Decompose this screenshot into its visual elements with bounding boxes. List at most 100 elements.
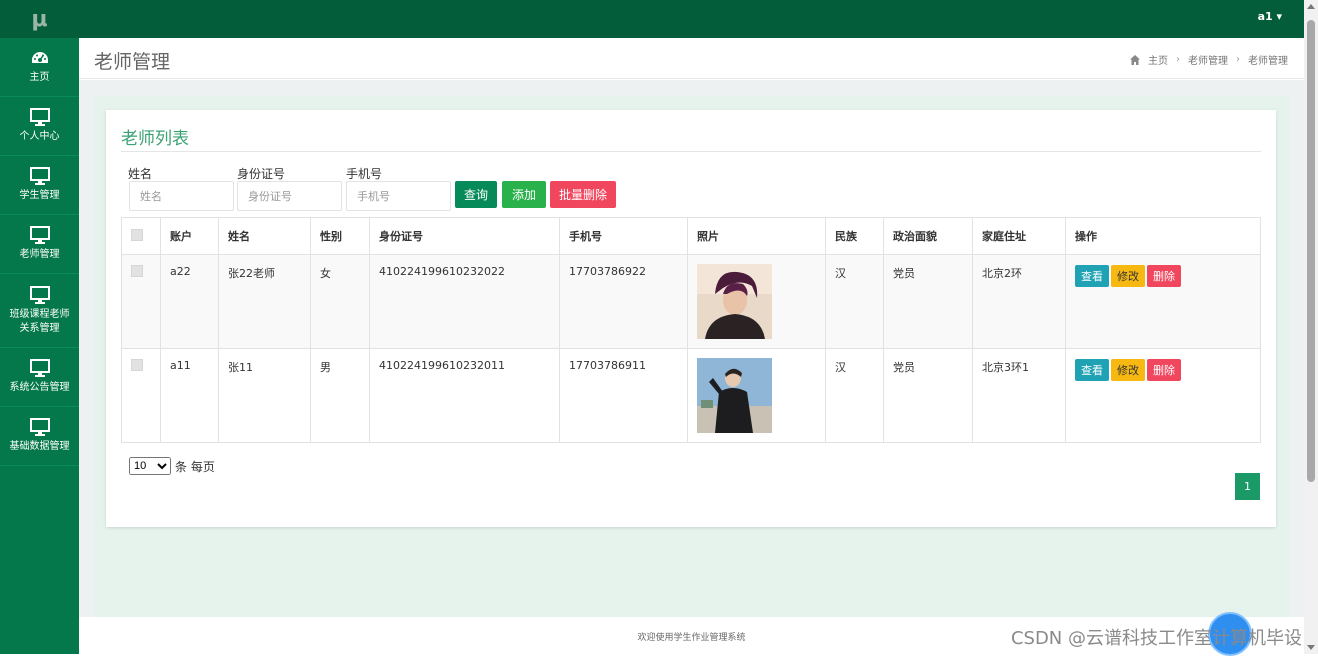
account-cell: a22	[160, 254, 219, 349]
dashboard-icon	[31, 52, 48, 63]
id-filter-label: 身份证号	[237, 167, 286, 181]
select-all-cell	[121, 217, 161, 255]
ethnic-cell: 汉	[825, 348, 884, 443]
political-cell: 党员	[883, 348, 973, 443]
id-cell: 410224199610232011	[369, 348, 560, 443]
monitor-icon	[29, 108, 50, 126]
ethnic-cell: 汉	[825, 254, 884, 349]
sidebar: μ 主页 个人中心 学生管理 老师管理 班级课程老师关系管理 系统公告管理 基础…	[0, 0, 79, 654]
page-title: 老师管理	[94, 51, 171, 73]
column-header: 账户	[160, 217, 219, 255]
name-cell: 张22老师	[218, 254, 311, 349]
name-cell: 张11	[218, 348, 311, 443]
scroll-down-icon[interactable]	[1307, 645, 1315, 650]
sidebar-item-label: 老师管理	[19, 249, 60, 260]
breadcrumb-current: 老师管理	[1248, 56, 1288, 67]
page-header: 老师管理 主页 › 老师管理 › 老师管理	[79, 38, 1304, 79]
sidebar-item-label: 学生管理	[19, 190, 60, 201]
batch-delete-button[interactable]: 批量删除	[550, 181, 616, 208]
app-logo: μ	[0, 0, 79, 38]
page-size-control: 10 条 每页	[129, 457, 215, 475]
id-cell: 410224199610232022	[369, 254, 560, 349]
ops-cell: 查看 修改 删除	[1065, 348, 1261, 443]
sidebar-item-label: 主页	[29, 72, 50, 83]
home-icon	[1130, 54, 1140, 65]
delete-button[interactable]: 删除	[1147, 265, 1181, 287]
table-row: a11 张11 男 410224199610232011 17703786911	[121, 348, 1261, 443]
footer-text: 欢迎使用学生作业管理系统	[637, 633, 746, 643]
political-cell: 党员	[883, 254, 973, 349]
column-header: 家庭住址	[972, 217, 1066, 255]
sidebar-item-label: 个人中心	[19, 131, 60, 142]
sidebar-item-profile[interactable]: 个人中心	[0, 97, 79, 156]
sidebar-item-teachers[interactable]: 老师管理	[0, 215, 79, 274]
monitor-icon	[29, 167, 50, 185]
column-header: 操作	[1065, 217, 1261, 255]
card-title: 老师列表	[121, 129, 189, 149]
divider	[121, 151, 1261, 152]
teacher-list-card: 老师列表 姓名 姓名 身份证号 身份证号 手机号 手机号 查询 添加 批量删除 …	[106, 110, 1276, 527]
chevron-right-icon: ›	[1236, 54, 1240, 65]
phone-filter-input[interactable]: 手机号	[346, 181, 451, 211]
content-area: 老师列表 姓名 姓名 身份证号 身份证号 手机号 手机号 查询 添加 批量删除 …	[79, 80, 1304, 617]
content-panel: 老师列表 姓名 姓名 身份证号 身份证号 手机号 手机号 查询 添加 批量删除 …	[94, 96, 1289, 617]
table-row: a22 张22老师 女 410224199610232022 177037869…	[121, 254, 1261, 349]
edit-button[interactable]: 修改	[1111, 265, 1145, 287]
teacher-photo	[697, 264, 772, 339]
breadcrumb-home[interactable]: 主页	[1148, 52, 1168, 67]
monitor-icon	[29, 359, 50, 377]
select-all-checkbox[interactable]	[131, 228, 143, 241]
table-header-row: 账户 姓名 性别 身份证号 手机号 照片 民族 政治面貌 家庭住址 操作	[121, 217, 1261, 255]
edit-button[interactable]: 修改	[1111, 359, 1145, 381]
view-button[interactable]: 查看	[1075, 265, 1109, 287]
search-button[interactable]: 查询	[455, 181, 497, 208]
phone-cell: 17703786911	[559, 348, 688, 443]
name-filter-label: 姓名	[128, 167, 153, 181]
row-select-cell	[121, 254, 161, 349]
address-cell: 北京3环1	[972, 348, 1066, 443]
account-cell: a11	[160, 348, 219, 443]
ops-cell: 查看 修改 删除	[1065, 254, 1261, 349]
add-button[interactable]: 添加	[502, 181, 546, 208]
column-header: 照片	[687, 217, 826, 255]
scroll-up-icon[interactable]	[1307, 4, 1315, 9]
column-header: 姓名	[218, 217, 311, 255]
watermark: CSDN @云谱科技工作室计算机毕设	[1010, 628, 1302, 649]
scrollbar-thumb[interactable]	[1307, 20, 1315, 482]
name-filter-input[interactable]: 姓名	[129, 181, 234, 211]
sidebar-item-label: 系统公告管理	[9, 382, 70, 393]
row-checkbox[interactable]	[131, 265, 143, 277]
column-header: 手机号	[559, 217, 688, 255]
teacher-photo	[697, 358, 772, 433]
monitor-icon	[29, 285, 50, 304]
view-button[interactable]: 查看	[1075, 359, 1109, 381]
id-filter-input[interactable]: 身份证号	[237, 181, 342, 211]
page-size-select[interactable]: 10	[129, 457, 171, 475]
sidebar-item-base-data[interactable]: 基础数据管理	[0, 407, 79, 466]
photo-cell	[687, 254, 826, 349]
photo-cell	[687, 348, 826, 443]
top-bar: a1 ▾	[79, 0, 1304, 38]
column-header: 身份证号	[369, 217, 560, 255]
phone-filter-label: 手机号	[346, 167, 383, 181]
row-select-cell	[121, 348, 161, 443]
address-cell: 北京2环	[972, 254, 1066, 349]
row-checkbox[interactable]	[131, 359, 143, 371]
gender-cell: 女	[310, 254, 370, 349]
sidebar-item-notices[interactable]: 系统公告管理	[0, 348, 79, 407]
column-header: 性别	[310, 217, 370, 255]
chevron-right-icon: ›	[1176, 54, 1180, 65]
page-size-suffix: 条 每页	[175, 459, 215, 474]
sidebar-item-home[interactable]: 主页	[0, 38, 79, 97]
delete-button[interactable]: 删除	[1147, 359, 1181, 381]
breadcrumb-item[interactable]: 老师管理	[1188, 52, 1228, 67]
monitor-icon	[29, 418, 50, 436]
user-menu[interactable]: a1 ▾	[1258, 10, 1282, 23]
page-button-current[interactable]: 1	[1235, 473, 1260, 500]
monitor-icon	[29, 226, 50, 244]
sidebar-item-students[interactable]: 学生管理	[0, 156, 79, 215]
sidebar-item-class-course-teacher[interactable]: 班级课程老师关系管理	[0, 274, 79, 348]
vertical-scrollbar[interactable]	[1304, 0, 1318, 654]
gender-cell: 男	[310, 348, 370, 443]
phone-cell: 17703786922	[559, 254, 688, 349]
